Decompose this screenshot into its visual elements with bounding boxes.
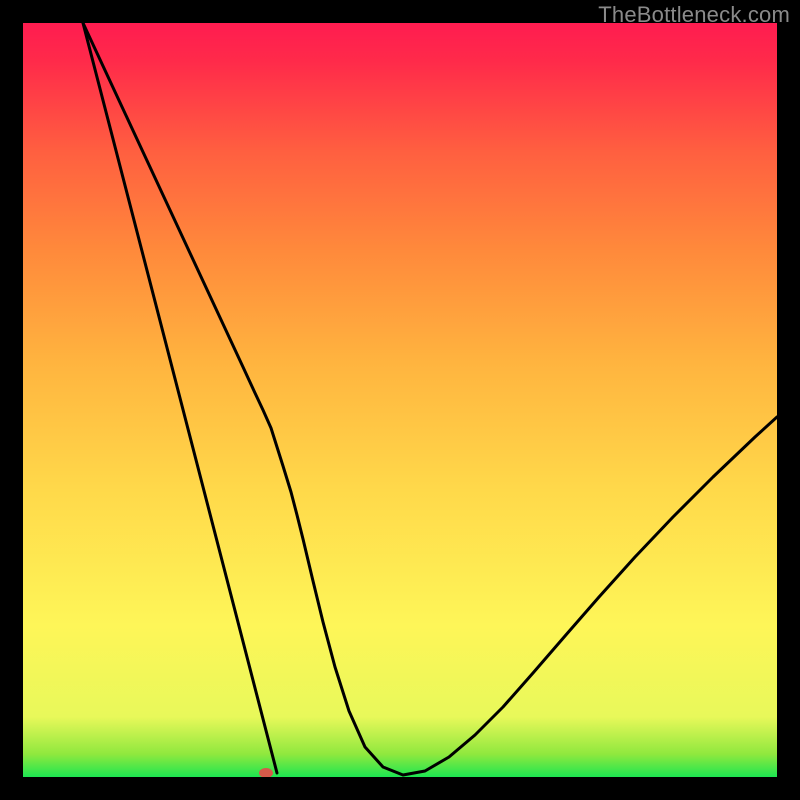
watermark-text: TheBottleneck.com bbox=[598, 2, 790, 28]
plot-area bbox=[23, 23, 777, 777]
chart-frame: TheBottleneck.com bbox=[0, 0, 800, 800]
bottleneck-curve-left-branch bbox=[83, 23, 277, 773]
optimum-marker bbox=[259, 768, 273, 777]
bottleneck-curve bbox=[83, 23, 777, 775]
curve-svg bbox=[23, 23, 777, 777]
